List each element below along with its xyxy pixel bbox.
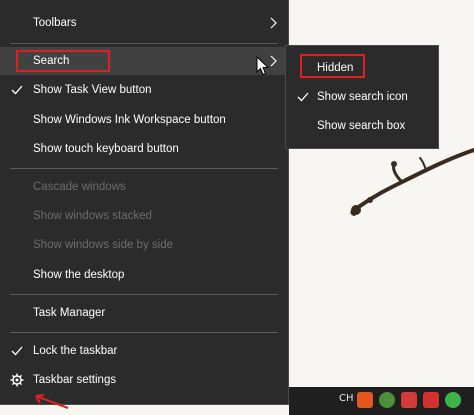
menu-divider <box>10 168 278 169</box>
highlight-box-search <box>16 50 110 72</box>
menu-item-label: Taskbar settings <box>33 374 117 386</box>
submenu-item-show-search-box[interactable]: Show search box <box>286 112 438 140</box>
menu-item-label: Show windows side by side <box>33 239 173 251</box>
menu-item-label: Show touch keyboard button <box>33 143 179 155</box>
menu-item-task-manager[interactable]: Task Manager <box>0 299 288 327</box>
chevron-right-icon <box>270 17 277 29</box>
menu-item-task-view[interactable]: Show Task View button <box>0 76 288 104</box>
taskbar-tray: CH <box>289 387 474 415</box>
menu-item-lock-taskbar[interactable]: Lock the taskbar <box>0 337 288 365</box>
menu-item-side-by-side[interactable]: Show windows side by side <box>0 231 288 259</box>
menu-divider <box>10 294 278 295</box>
check-icon <box>11 85 23 95</box>
menu-item-toolbars[interactable]: Toolbars <box>0 9 288 37</box>
menu-divider <box>10 332 278 333</box>
sogou-icon[interactable] <box>357 392 373 408</box>
menu-item-touch-keyboard[interactable]: Show touch keyboard button <box>0 135 288 163</box>
menu-item-label: Show Windows Ink Workspace button <box>33 114 226 126</box>
submenu-item-show-search-icon[interactable]: Show search icon <box>286 83 438 111</box>
highlight-box-hidden <box>300 54 365 78</box>
menu-item-ink-workspace[interactable]: Show Windows Ink Workspace button <box>0 106 288 134</box>
mouse-cursor-icon <box>256 56 270 76</box>
menu-item-label: Show the desktop <box>33 269 125 281</box>
menu-item-label: Toolbars <box>33 17 77 29</box>
menu-item-label: Show windows stacked <box>33 210 152 222</box>
menu-item-cascade[interactable]: Cascade windows <box>0 173 288 201</box>
annotation-arrow-icon <box>35 393 69 410</box>
menu-item-label: Show Task View button <box>33 84 152 96</box>
ime-indicator[interactable]: CH <box>339 393 354 404</box>
security-shield-icon[interactable] <box>379 392 395 408</box>
submenu-item-label: Show search box <box>317 120 406 132</box>
check-icon <box>11 346 23 356</box>
check-icon <box>297 92 309 102</box>
menu-item-label: Cascade windows <box>33 181 126 193</box>
branch-image <box>350 148 474 216</box>
menu-item-show-desktop[interactable]: Show the desktop <box>0 261 288 289</box>
submenu-item-label: Show search icon <box>317 91 408 103</box>
menu-item-stacked[interactable]: Show windows stacked <box>0 202 288 230</box>
app-tray-icon[interactable] <box>401 392 417 408</box>
screenshot-tool-icon[interactable] <box>423 392 439 408</box>
menu-item-label: Task Manager <box>33 307 106 319</box>
wechat-icon[interactable] <box>445 392 461 408</box>
gear-icon <box>10 373 24 387</box>
taskbar-context-menu: Toolbars Search Show Task View button Sh… <box>0 0 289 405</box>
menu-divider <box>10 43 278 44</box>
menu-item-label: Lock the taskbar <box>33 345 118 357</box>
